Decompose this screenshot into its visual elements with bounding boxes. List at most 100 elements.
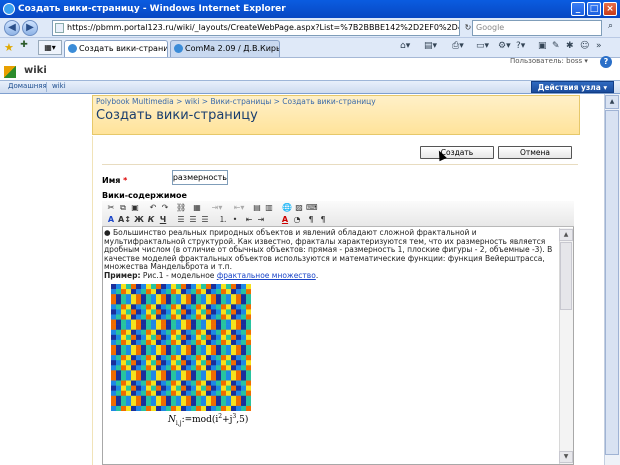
print-icon[interactable]: ⎙▾ [452, 41, 464, 51]
help-question-icon[interactable]: ? [600, 56, 612, 68]
page-scroll-thumb[interactable] [605, 110, 619, 455]
fractal-cell [231, 360, 237, 366]
page-scroll-up-icon[interactable]: ▲ [605, 95, 619, 109]
tools-gear-icon[interactable]: ⚙▾ [498, 41, 511, 51]
create-button[interactable]: Создать [420, 146, 494, 159]
nav-home[interactable]: Домашняя [8, 82, 47, 90]
underline-icon[interactable]: Ч [158, 215, 168, 225]
extend-icon[interactable]: » [596, 41, 602, 51]
numbered-list-icon[interactable]: ⒈ [218, 215, 228, 225]
bluetooth-icon[interactable]: ✱ [566, 41, 574, 51]
fractal-cell [241, 365, 247, 371]
align-right-icon[interactable]: ☰ [200, 215, 210, 225]
fractal-cell [221, 289, 227, 295]
insert-link-icon[interactable]: ⛓ [176, 203, 186, 213]
scroll-down-icon[interactable]: ▼ [559, 451, 573, 463]
formula-plus: +j [222, 415, 233, 425]
site-title[interactable]: wiki [24, 65, 47, 76]
home-icon[interactable]: ⌂▾ [400, 41, 410, 51]
italic-icon[interactable]: К [146, 215, 156, 225]
blog-icon[interactable]: ✎ [552, 41, 560, 51]
outdent-icon[interactable]: ⇤ [244, 215, 254, 225]
fractal-cell [206, 400, 212, 407]
bold-icon[interactable]: Ж [134, 215, 144, 225]
fractal-cell [166, 405, 172, 411]
insert-row-icon[interactable]: ⇥▾ [208, 203, 226, 213]
nav-wiki[interactable]: wiki [52, 82, 66, 90]
split-cells-icon[interactable]: ▥ [264, 203, 274, 213]
bullet-list-icon[interactable]: • [230, 215, 240, 225]
breadcrumb[interactable]: Polybook Multimedia > wiki > Вики-страни… [96, 97, 376, 106]
indent-icon[interactable]: ⇥ [256, 215, 266, 225]
fractal-cell [141, 350, 147, 356]
scroll-up-icon[interactable]: ▲ [559, 229, 573, 241]
insert-image-icon[interactable]: ▨ [294, 203, 304, 213]
fractal-cell [116, 365, 122, 371]
fractal-cell [156, 344, 162, 351]
quick-tabs-button[interactable]: ▦▾ [38, 40, 62, 55]
merge-cells-icon[interactable]: ▤ [252, 203, 262, 213]
add-favorites-icon[interactable]: ✚ [18, 40, 30, 54]
favorites-star-icon[interactable]: ★ [4, 41, 14, 54]
page-menu-icon[interactable]: ▭▾ [476, 41, 489, 51]
fractal-cell [211, 390, 217, 397]
text-color-icon[interactable]: A [280, 215, 290, 225]
name-input[interactable]: Фрактальная размерность [172, 170, 228, 185]
fractal-cell [111, 370, 117, 376]
redo-icon[interactable]: ↷ [160, 203, 170, 213]
example-label: Пример: [104, 270, 141, 280]
fractal-cell [161, 334, 167, 341]
hyperlink-icon[interactable]: 🌐 [282, 203, 292, 213]
cut-icon[interactable]: ✂ [106, 203, 116, 213]
paste-icon[interactable]: ▣ [130, 203, 140, 213]
back-arrow-icon[interactable]: ◀ [4, 20, 20, 36]
fractal-cell [241, 370, 247, 376]
copy-icon[interactable]: ⧉ [118, 203, 128, 213]
address-bar[interactable]: https://pbmm.portal123.ru/wiki/_layouts/… [52, 20, 460, 36]
insert-column-icon[interactable]: ⇤▾ [230, 203, 248, 213]
fractal-cell [171, 344, 177, 351]
tab-comma[interactable]: ComMa 2.09 / Д.В.Кирьяно... [170, 40, 280, 57]
fractal-cell [246, 355, 251, 361]
forward-arrow-icon[interactable]: ▶ [22, 20, 38, 36]
fractal-cell [146, 329, 152, 336]
fractal-cell [126, 299, 132, 305]
help-icon[interactable]: ?▾ [516, 41, 525, 51]
tab-create-wiki[interactable]: Создать вики-страницу [64, 40, 168, 57]
highlight-icon[interactable]: ◔ [292, 215, 302, 225]
fractal-cell [246, 299, 251, 305]
fractal-cell [241, 289, 247, 295]
fractal-cell [216, 395, 222, 402]
align-center-icon[interactable]: ☰ [188, 215, 198, 225]
tab-label: ComMa 2.09 / Д.В.Кирьяно... [185, 44, 279, 53]
fractal-cell [151, 314, 157, 320]
fractal-cell [161, 319, 167, 325]
editor-content[interactable]: ● Большинство реальных природных объекто… [103, 228, 559, 464]
maximize-button[interactable]: □ [587, 2, 601, 16]
font-size-icon[interactable]: A↕ [118, 215, 131, 225]
insert-table-icon[interactable]: ▦ [192, 203, 202, 213]
close-button[interactable]: × [603, 2, 617, 16]
site-actions-menu[interactable]: Действия узла ▾ [531, 81, 614, 93]
research-icon[interactable]: ▣ [538, 41, 547, 51]
font-icon[interactable]: A [106, 215, 116, 225]
fractal-cell [221, 299, 227, 305]
ltr-icon[interactable]: ¶ [306, 215, 316, 225]
fractal-cell [166, 395, 172, 402]
fractal-cell [236, 344, 242, 351]
user-menu[interactable]: Пользователь: boss ▾ [510, 57, 588, 65]
messenger-icon[interactable]: ☺ [580, 41, 589, 51]
search-icon[interactable]: ⌕ [604, 21, 617, 34]
fractal-set-link[interactable]: фрактальное множество [217, 271, 316, 280]
fractal-cell [166, 380, 172, 386]
align-left-icon[interactable]: ☰ [176, 215, 186, 225]
minimize-button[interactable]: _ [571, 2, 585, 16]
rtl-icon[interactable]: ¶ [318, 215, 328, 225]
search-input[interactable]: Google [472, 20, 602, 36]
fractal-cell [116, 334, 122, 341]
edit-html-icon[interactable]: ⌨ [306, 203, 318, 213]
cancel-button[interactable]: Отмена [498, 146, 572, 159]
undo-icon[interactable]: ↶ [148, 203, 158, 213]
feeds-icon[interactable]: ▤▾ [424, 41, 437, 51]
editor-scroll-thumb[interactable] [560, 242, 572, 310]
